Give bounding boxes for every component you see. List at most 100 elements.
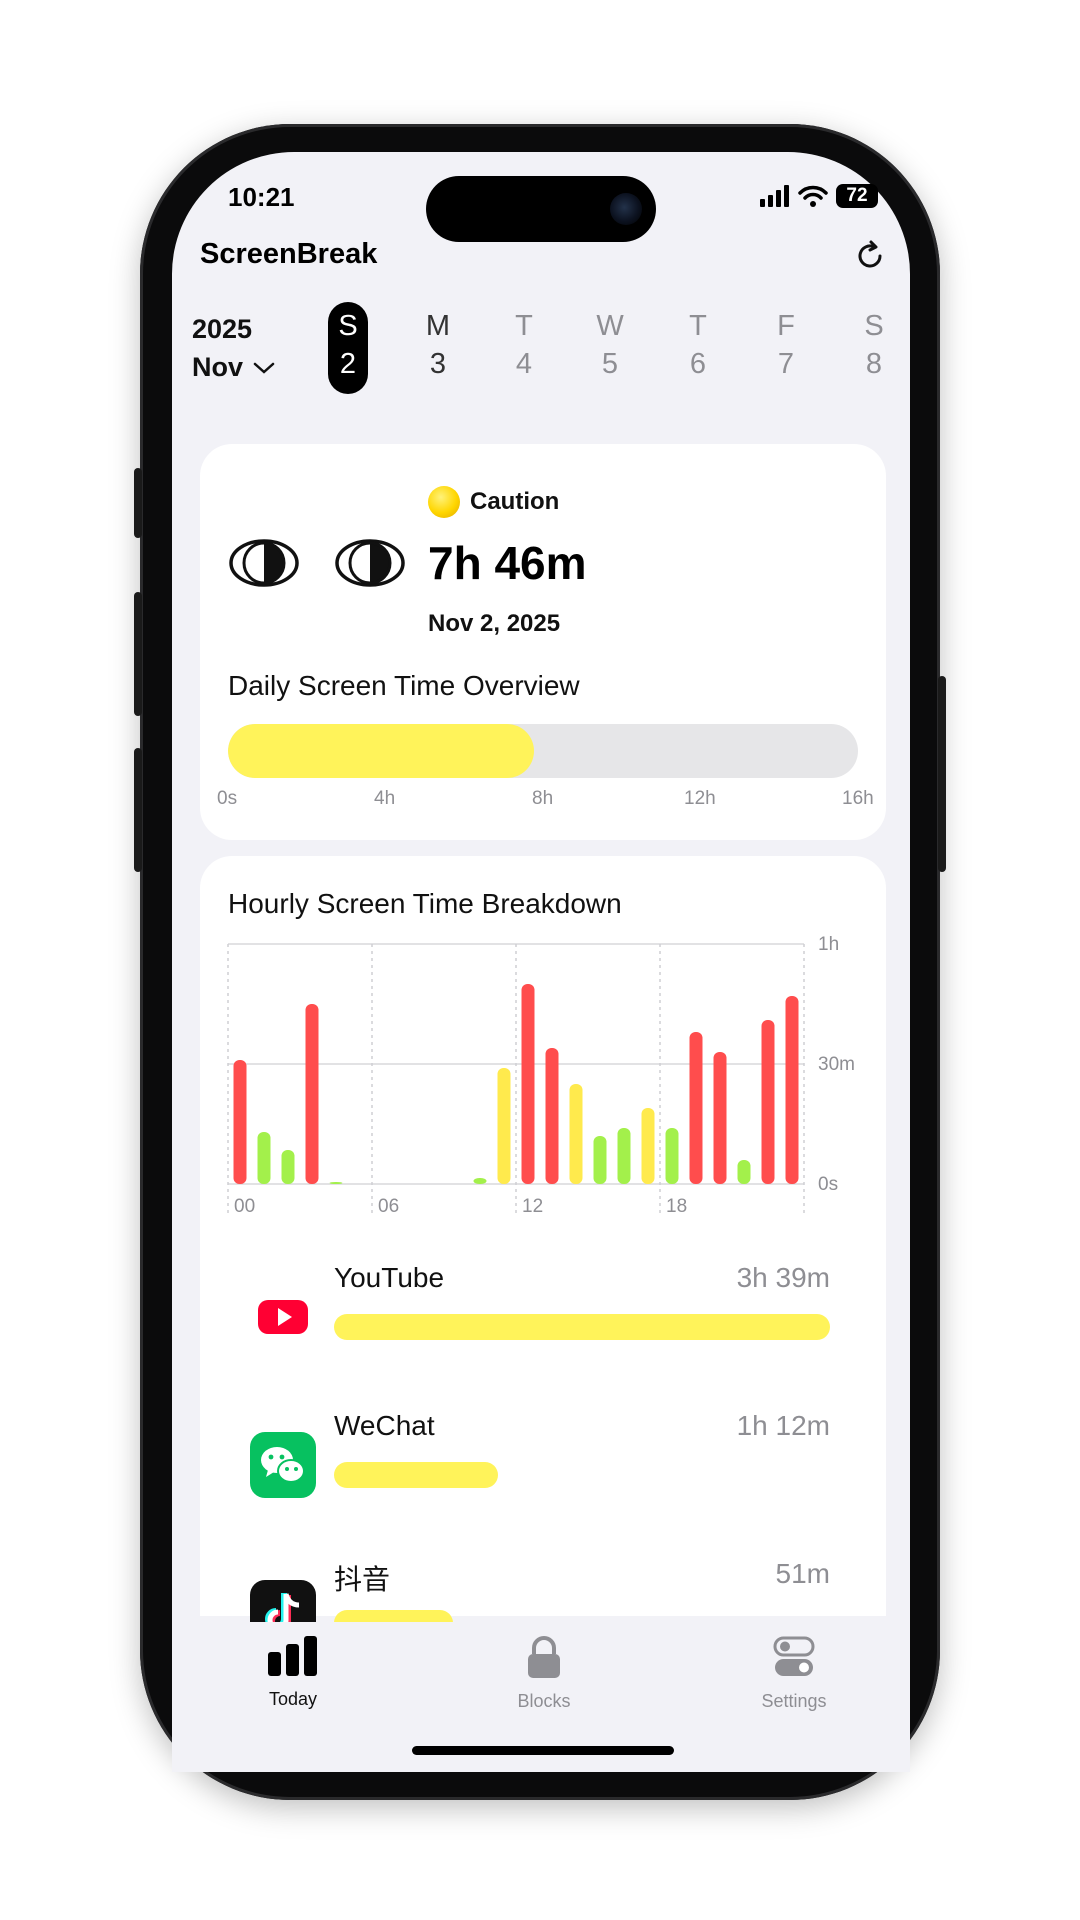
overview-title: Daily Screen Time Overview — [228, 670, 580, 701]
battery-icon: 72 — [836, 184, 878, 208]
day-1[interactable]: M3 — [400, 308, 476, 384]
tab-settings[interactable]: Settings — [724, 1636, 864, 1712]
app-row[interactable]: YouTube 3h 39m — [200, 1262, 886, 1382]
day-5[interactable]: F7 — [748, 308, 824, 384]
x-tick-label: 12 — [522, 1196, 543, 1216]
overview-tick-label: 12h — [684, 788, 716, 809]
day-letter: M — [425, 310, 451, 342]
volume-up-button — [134, 592, 142, 716]
day-0[interactable]: S2 — [310, 302, 386, 394]
day-letter: F — [777, 310, 795, 342]
hourly-bar — [689, 1032, 703, 1184]
hourly-bar — [713, 1052, 727, 1184]
battery-level: 72 — [846, 185, 868, 206]
app-title: ScreenBreak — [200, 238, 378, 270]
action-button — [134, 468, 142, 538]
hourly-bar — [737, 1160, 751, 1184]
day-4[interactable]: T6 — [660, 308, 736, 384]
hourly-bar — [521, 984, 535, 1184]
overview-tick-label: 16h — [842, 788, 874, 809]
app-usage-time: 1h 12m — [736, 1410, 830, 1441]
day-letter: S — [338, 310, 358, 342]
day-letter: W — [596, 310, 624, 342]
hourly-bar — [641, 1108, 655, 1184]
overview-tick-label: 0s — [217, 788, 238, 809]
power-button — [938, 676, 946, 872]
camera-icon — [610, 193, 642, 225]
tab-label-today: Today — [268, 1689, 318, 1709]
day-letter: T — [689, 310, 707, 342]
status-label: Caution — [470, 488, 560, 515]
x-tick-label: 06 — [378, 1196, 399, 1216]
hourly-title: Hourly Screen Time Breakdown — [228, 888, 622, 919]
half-moon-eye-icon — [335, 539, 405, 587]
selected-date: Nov 2, 2025 — [428, 610, 561, 637]
day-3[interactable]: W5 — [572, 308, 648, 384]
status-indicator: Caution — [428, 486, 559, 518]
month-picker[interactable]: Nov — [192, 352, 275, 383]
hourly-bar — [233, 1060, 247, 1184]
youtube-icon — [250, 1284, 316, 1350]
wifi-icon — [798, 185, 828, 207]
app-name: WeChat — [334, 1410, 435, 1441]
app-name: YouTube — [334, 1262, 445, 1293]
x-tick-label: 00 — [234, 1196, 255, 1216]
app-usage-bar — [334, 1462, 498, 1488]
day-2[interactable]: T4 — [486, 308, 562, 384]
daily-overview-bar — [228, 724, 858, 778]
wechat-icon — [250, 1432, 316, 1498]
daily-overview-fill — [228, 724, 535, 778]
tab-blocks[interactable]: Blocks — [474, 1636, 614, 1712]
chevron-down-icon — [253, 362, 275, 374]
app-name: 抖音 — [334, 1564, 391, 1595]
tab-today[interactable]: Today — [223, 1636, 363, 1710]
app-usage-time: 51m — [775, 1558, 830, 1589]
month-label: Nov — [192, 352, 244, 382]
caution-dot-icon — [428, 486, 460, 518]
day-number: 5 — [601, 348, 619, 380]
douyin-icon — [250, 1580, 316, 1622]
cellular-signal-icon — [760, 185, 789, 207]
x-tick-label: 18 — [666, 1196, 687, 1216]
half-moon-eye-icon — [229, 539, 299, 587]
tab-label-blocks: Blocks — [517, 1691, 571, 1711]
lock-icon — [528, 1636, 560, 1678]
app-row[interactable]: WeChat 1h 12m — [200, 1410, 886, 1530]
day-number: 2 — [339, 348, 357, 380]
app-row[interactable]: 抖音 51m — [200, 1558, 886, 1622]
hourly-bar — [281, 1150, 295, 1184]
app-usage-bar — [334, 1314, 830, 1340]
day-6[interactable]: S8 — [836, 308, 912, 384]
hourly-bar — [593, 1136, 607, 1184]
hourly-bar — [761, 1020, 775, 1184]
hourly-chart: 00 06 12 18 1h 30m 0s — [227, 934, 855, 1216]
bar-chart-icon — [268, 1636, 317, 1676]
hourly-bar — [569, 1084, 583, 1184]
app-usage-time: 3h 39m — [736, 1262, 830, 1293]
overview-tick-label: 4h — [374, 788, 396, 809]
day-letter: S — [864, 310, 884, 342]
y-tick-label: 30m — [818, 1054, 855, 1075]
home-indicator[interactable] — [412, 1746, 674, 1755]
day-number: 3 — [429, 348, 447, 380]
dynamic-island — [426, 176, 656, 242]
tab-label-settings: Settings — [761, 1691, 827, 1711]
hourly-bar — [329, 1182, 343, 1184]
hourly-bar — [473, 1178, 487, 1184]
volume-down-button — [134, 748, 142, 872]
app-usage-bar — [334, 1610, 453, 1622]
day-number: 8 — [865, 348, 883, 380]
hourly-bar — [617, 1128, 631, 1184]
hourly-bar — [257, 1132, 271, 1184]
hourly-bar — [305, 1004, 319, 1184]
overview-tick-label: 8h — [532, 788, 554, 809]
hourly-bar — [665, 1128, 679, 1184]
hourly-bar — [497, 1068, 511, 1184]
day-number: 7 — [777, 348, 795, 380]
hourly-bar — [545, 1048, 559, 1184]
day-letter: T — [515, 310, 533, 342]
refresh-icon[interactable] — [852, 238, 888, 274]
status-icons: 72 — [760, 184, 878, 208]
y-tick-label: 0s — [818, 1174, 838, 1195]
day-number: 6 — [689, 348, 707, 380]
